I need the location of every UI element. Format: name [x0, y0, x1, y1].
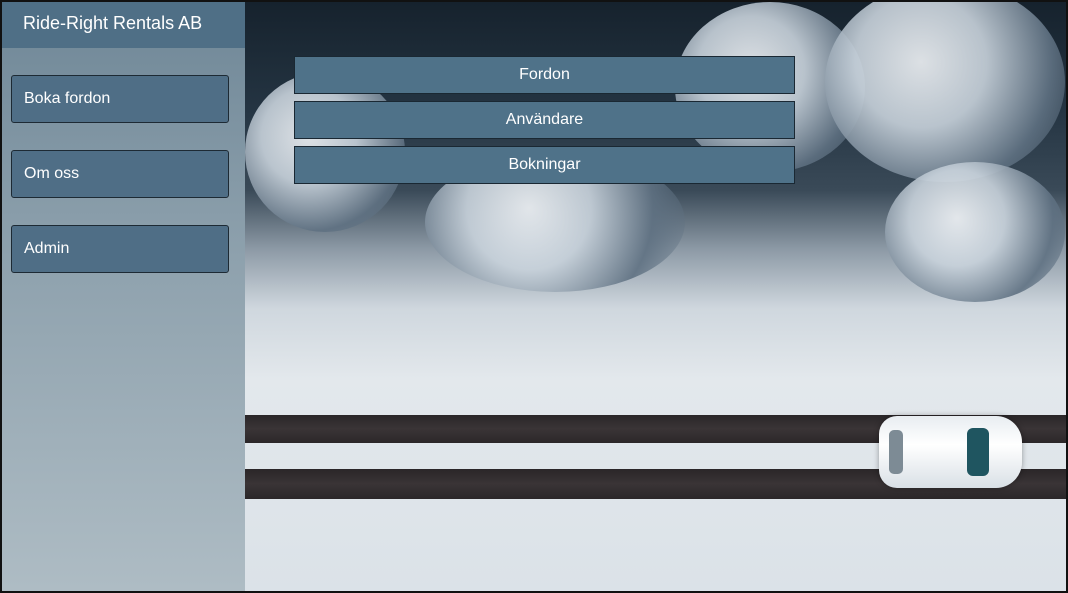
hero-background-image: Fordon Användare Bokningar	[245, 2, 1066, 591]
brand-title: Ride-Right Rentals AB	[2, 2, 245, 48]
car-rear-window	[889, 430, 903, 474]
admin-fordon-button[interactable]: Fordon	[294, 56, 795, 94]
sidebar-item-om-oss[interactable]: Om oss	[11, 150, 229, 198]
car-image	[879, 416, 1022, 488]
sidebar: Ride-Right Rentals AB Boka fordon Om oss…	[2, 2, 245, 591]
car-windshield	[967, 428, 989, 476]
snowy-tree	[885, 162, 1065, 302]
sidebar-item-boka-fordon[interactable]: Boka fordon	[11, 75, 229, 123]
app-window: Ride-Right Rentals AB Boka fordon Om oss…	[0, 0, 1068, 593]
admin-anvandare-button[interactable]: Användare	[294, 101, 795, 139]
admin-bokningar-button[interactable]: Bokningar	[294, 146, 795, 184]
snowy-tree	[825, 2, 1065, 182]
sidebar-item-admin[interactable]: Admin	[11, 225, 229, 273]
